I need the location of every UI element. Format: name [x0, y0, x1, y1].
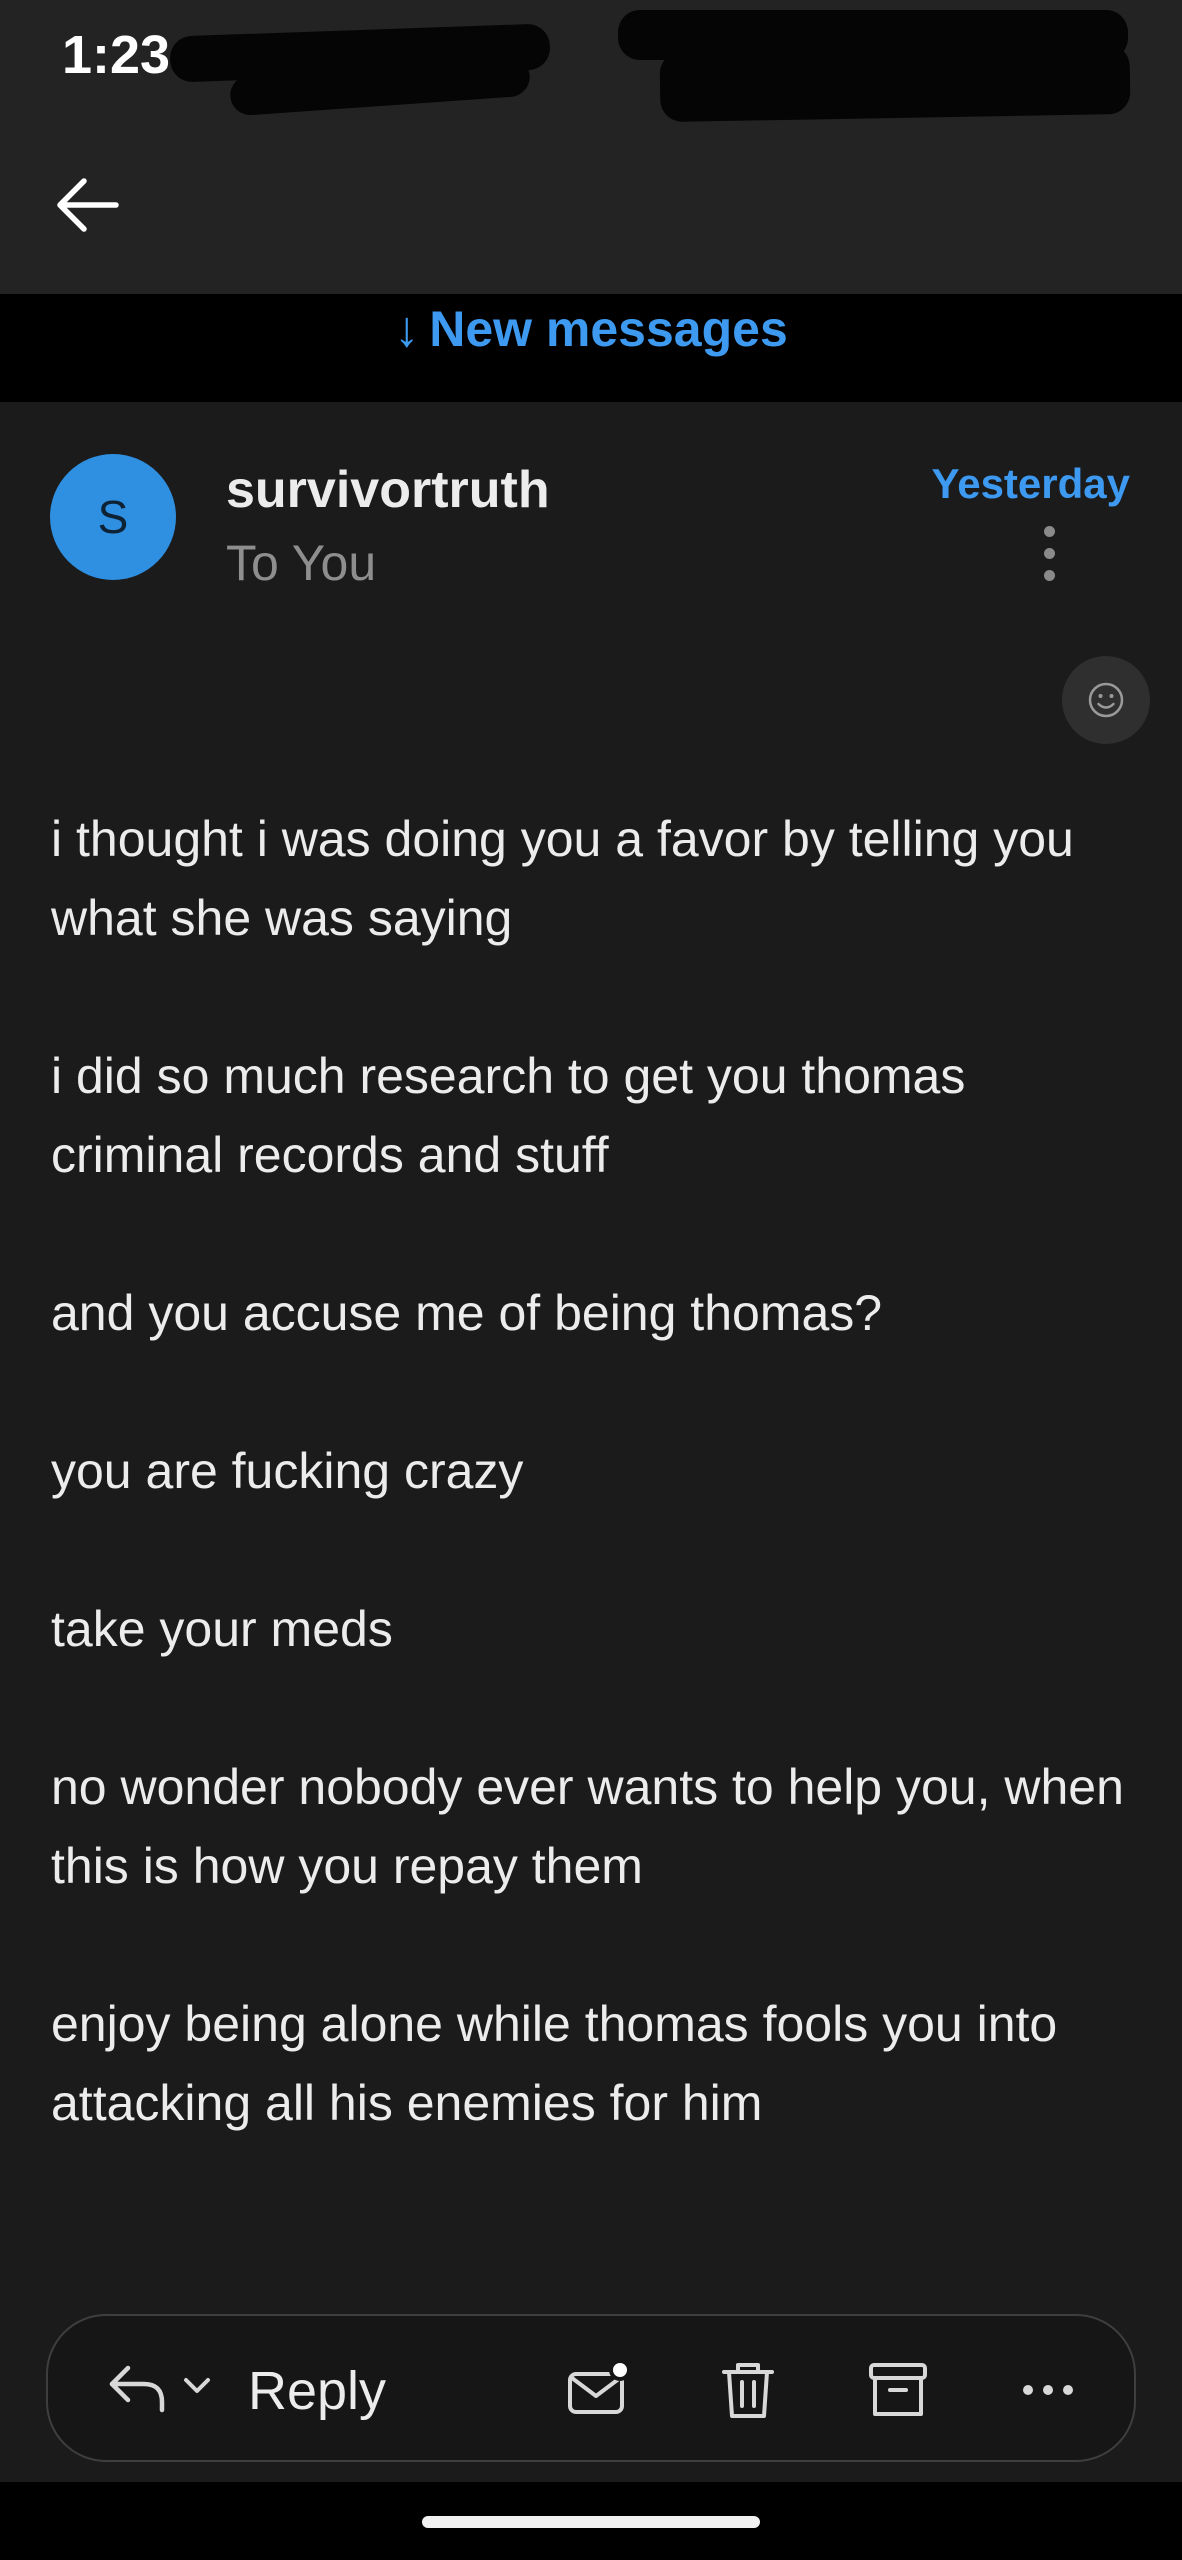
- arrow-down-icon: ↓: [394, 301, 420, 357]
- message-paragraph: i thought i was doing you a favor by tel…: [51, 811, 1074, 946]
- message-paragraph: and you accuse me of being thomas?: [51, 1285, 883, 1341]
- chevron-down-icon[interactable]: [182, 2374, 212, 2398]
- home-indicator[interactable]: [422, 2516, 760, 2528]
- smiley-icon: [1088, 682, 1124, 718]
- message-paragraph: i did so much research to get you thomas…: [51, 1048, 966, 1183]
- new-messages-indicator[interactable]: ↓ New messages: [0, 300, 1182, 358]
- message-paragraph: take your meds: [51, 1601, 393, 1657]
- back-arrow-icon: [57, 178, 119, 232]
- status-time: 1:23: [62, 25, 171, 85]
- reply-button[interactable]: Reply: [248, 2360, 386, 2422]
- message-paragraph: no wonder nobody ever wants to help you,…: [51, 1759, 1124, 1894]
- message-paragraph: you are fucking crazy: [51, 1443, 524, 1499]
- action-bar: Reply: [46, 2314, 1136, 2462]
- app-header: 1:23: [0, 0, 1182, 294]
- more-vertical-icon: [1034, 526, 1064, 581]
- reply-icon[interactable]: [106, 2358, 170, 2418]
- redaction-mark: [659, 43, 1131, 123]
- message-date: Yesterday: [931, 460, 1130, 507]
- new-messages-label: New messages: [429, 301, 788, 357]
- trash-icon[interactable]: [714, 2356, 782, 2424]
- message-paragraph: enjoy being alone while thomas fools you…: [51, 1996, 1058, 2131]
- reaction-button[interactable]: [1062, 656, 1150, 744]
- message-body: i thought i was doing you a favor by tel…: [51, 800, 1131, 2222]
- back-button[interactable]: [48, 170, 128, 240]
- recipient-line: To You: [226, 535, 377, 591]
- archive-icon[interactable]: [864, 2356, 932, 2424]
- more-horizontal-icon[interactable]: [1014, 2356, 1082, 2424]
- message-more-button[interactable]: [1034, 526, 1064, 582]
- mark-unread-icon[interactable]: [564, 2356, 632, 2424]
- avatar[interactable]: S: [50, 454, 176, 580]
- sender-name[interactable]: survivortruth: [226, 460, 550, 520]
